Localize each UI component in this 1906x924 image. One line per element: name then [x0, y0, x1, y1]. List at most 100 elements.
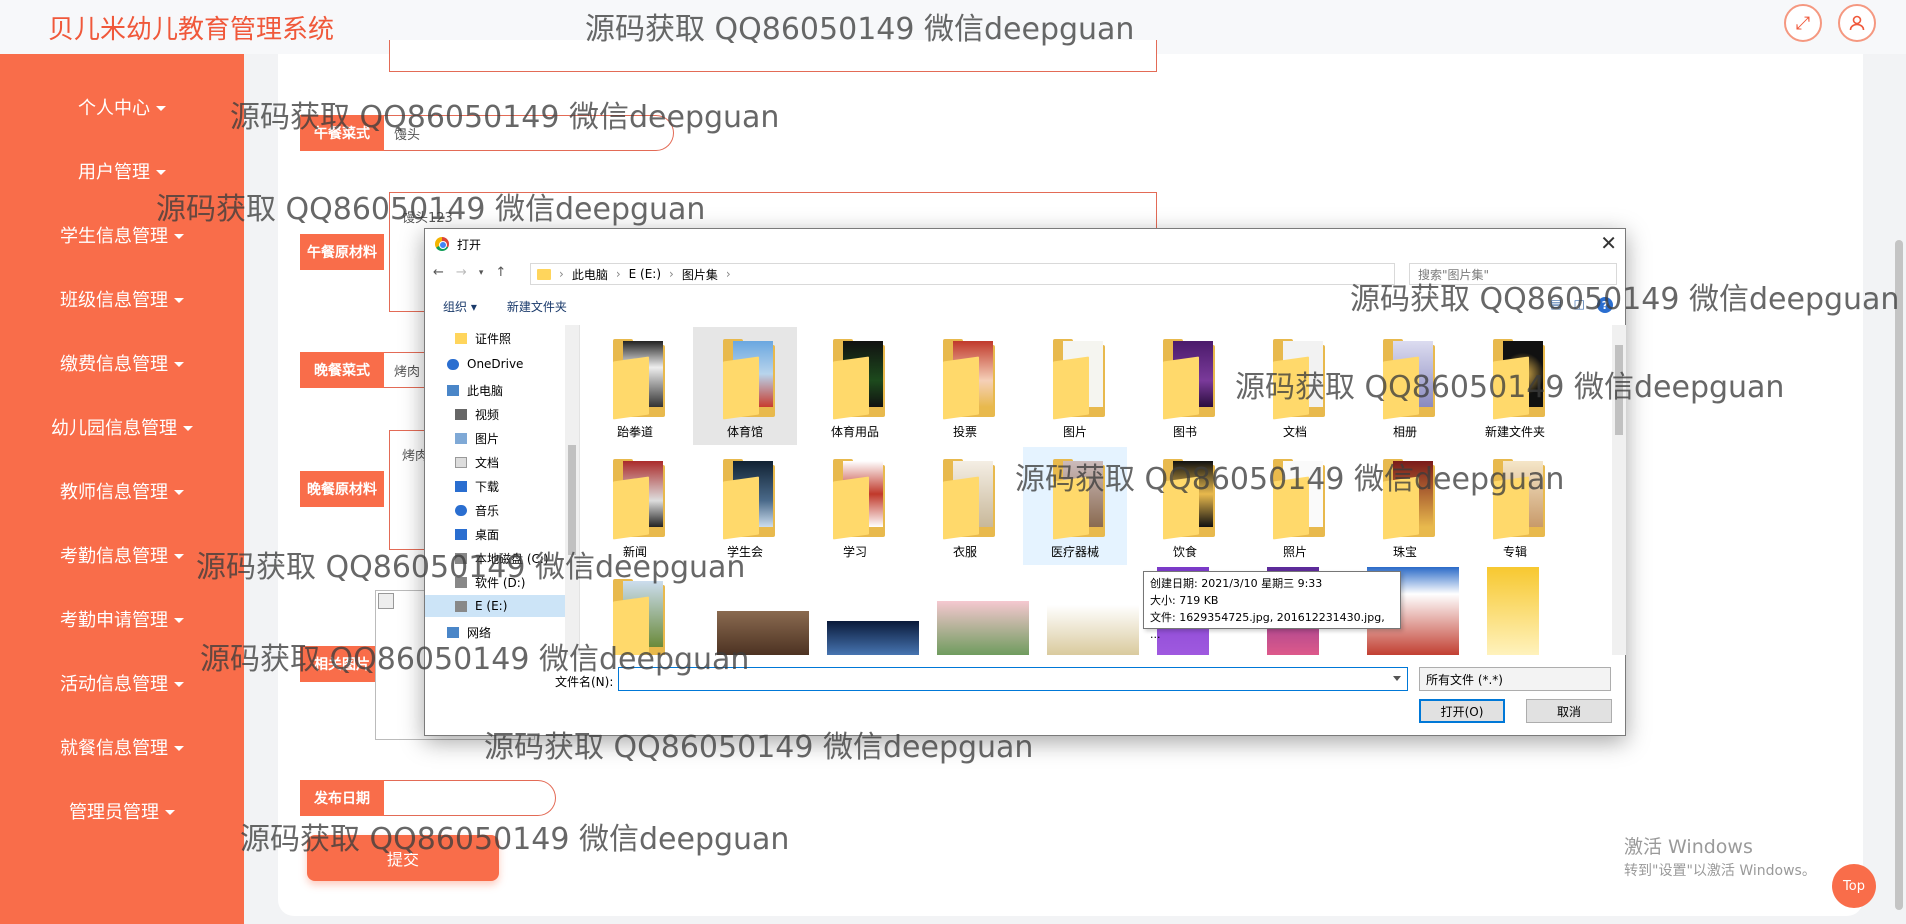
chevron-down-icon[interactable]	[1393, 676, 1401, 681]
folder-item[interactable]: 图片	[1023, 327, 1127, 445]
preview-pane-icon[interactable]: ◫	[1574, 297, 1585, 311]
nav-item-desktop[interactable]: 桌面	[455, 523, 499, 545]
date-input[interactable]	[384, 780, 556, 816]
scrollbar-thumb[interactable]	[1615, 345, 1623, 435]
breadcrumb-item[interactable]: 此电脑	[572, 266, 608, 283]
folder-item[interactable]: 饮食	[1133, 447, 1237, 565]
back-to-top-button[interactable]: Top	[1832, 864, 1876, 908]
nav-item-downloads[interactable]: 下载	[455, 475, 499, 497]
nav-item-network[interactable]: 网络	[447, 621, 491, 643]
page-scrollbar[interactable]	[1895, 240, 1903, 910]
sidebar-item-student-info[interactable]: 学生信息管理	[0, 215, 244, 255]
folder-item[interactable]: 体育用品	[803, 327, 907, 445]
date-label: 发布日期	[300, 780, 384, 816]
folder-label: 投票	[952, 425, 977, 439]
nav-item-onedrive[interactable]: OneDrive	[447, 353, 523, 375]
nav-item-pictures[interactable]: 图片	[455, 427, 499, 449]
nav-item-this-pc[interactable]: 此电脑	[447, 379, 503, 401]
lunch-menu-input[interactable]: 馒头	[384, 115, 674, 151]
nav-item-documents[interactable]: 文档	[455, 451, 499, 473]
previous-textarea[interactable]	[389, 40, 1157, 72]
folder-item[interactable]: 学生会	[693, 447, 797, 565]
breadcrumb-item[interactable]: 图片集	[682, 266, 718, 283]
files-scrollbar[interactable]	[1612, 325, 1626, 655]
user-icon[interactable]	[1838, 4, 1876, 42]
chrome-icon	[435, 237, 449, 251]
folder-item[interactable]: 衣服	[913, 447, 1017, 565]
dialog-titlebar[interactable]: 打开 ✕	[425, 229, 1625, 259]
cancel-button[interactable]: 取消	[1526, 699, 1612, 723]
sidebar-item-teacher-info[interactable]: 教师信息管理	[0, 471, 244, 511]
fullscreen-icon[interactable]: ⤢	[1784, 4, 1822, 42]
folder-label: 图片	[1062, 425, 1087, 439]
folder-item[interactable]: 医疗器械	[1023, 447, 1127, 565]
folder-item[interactable]: 珠宝	[1353, 447, 1457, 565]
scrollbar-thumb[interactable]	[568, 445, 576, 555]
view-mode-icon[interactable]: ▤	[1550, 297, 1561, 311]
submit-button[interactable]: 提交	[307, 835, 499, 881]
address-bar[interactable]: › 此电脑 › E (E:) › 图片集 ›	[530, 263, 1395, 285]
folder-item[interactable]: 跆拳道	[583, 327, 687, 445]
sidebar-item-attendance-request[interactable]: 考勤申请管理	[0, 599, 244, 639]
sidebar-item-dining-info[interactable]: 就餐信息管理	[0, 727, 244, 767]
image-thumbnail[interactable]	[937, 601, 1029, 655]
filetype-value: 所有文件 (*.*)	[1426, 672, 1503, 687]
folder-item[interactable]: 投票	[913, 327, 1017, 445]
chevron-down-icon	[156, 169, 166, 175]
image-thumbnail[interactable]	[1487, 567, 1539, 655]
filetype-select[interactable]: 所有文件 (*.*)	[1419, 667, 1611, 691]
folder-item[interactable]: 专辑	[1463, 447, 1567, 565]
sidebar-item-label: 缴费信息管理	[60, 354, 168, 375]
navigation-scrollbar[interactable]	[565, 325, 579, 655]
search-input[interactable]: 搜索"图片集"	[1409, 263, 1617, 285]
folder-label: 学生会	[726, 545, 763, 559]
folder-label: 相册	[1392, 425, 1417, 439]
folder-item[interactable]: 新闻	[583, 447, 687, 565]
folder-item[interactable]: 相册	[1353, 327, 1457, 445]
image-thumbnail[interactable]	[827, 621, 919, 655]
image-thumbnail[interactable]	[717, 611, 809, 655]
video-icon	[455, 408, 467, 420]
nav-item-music[interactable]: 音乐	[455, 499, 499, 521]
up-arrow-icon[interactable]: ↑	[495, 265, 506, 280]
nav-item-drive-c[interactable]: 本地磁盘 (C:)	[455, 547, 549, 569]
sidebar-item-personal-center[interactable]: 个人中心	[0, 87, 244, 127]
sidebar-item-label: 考勤信息管理	[60, 546, 168, 567]
folder-item[interactable]: 照片	[1243, 447, 1347, 565]
help-icon[interactable]: ?	[1597, 297, 1613, 313]
folder-item[interactable]: 体育馆	[693, 327, 797, 445]
breadcrumb-item[interactable]: E (E:)	[629, 267, 661, 281]
folder-item[interactable]: 学习	[803, 447, 907, 565]
folder-label: 文档	[1282, 425, 1307, 439]
filename-input[interactable]	[618, 667, 1408, 691]
nav-item-drive-d[interactable]: 软件 (D:)	[455, 571, 525, 593]
sidebar-item-activity-info[interactable]: 活动信息管理	[0, 663, 244, 703]
folder-item[interactable]: 新建文件夹	[1463, 327, 1567, 445]
sidebar-item-kindergarten-info[interactable]: 幼儿园信息管理	[0, 407, 244, 447]
forward-arrow-icon[interactable]: →	[456, 265, 467, 280]
recent-dropdown-icon[interactable]: ▾	[479, 268, 484, 280]
sidebar-item-admin-management[interactable]: 管理员管理	[0, 791, 244, 831]
new-folder-button[interactable]: 新建文件夹	[507, 298, 567, 315]
organize-menu[interactable]: 组织 ▾	[443, 298, 477, 315]
image-thumbnail[interactable]	[1047, 605, 1139, 655]
chevron-down-icon	[156, 105, 166, 111]
folder-icon	[613, 337, 667, 420]
sidebar-item-class-info[interactable]: 班级信息管理	[0, 279, 244, 319]
file-open-dialog: 打开 ✕ ← → ▾ ↑ › 此电脑 › E (E:) › 图片集 › 搜索"图…	[424, 228, 1626, 736]
back-arrow-icon[interactable]: ←	[433, 265, 444, 280]
open-button[interactable]: 打开(O)	[1419, 699, 1505, 723]
nav-item-id-photo[interactable]: 证件照	[455, 327, 511, 349]
folder-item[interactable]: 图书	[1133, 327, 1237, 445]
nav-item-videos[interactable]: 视频	[455, 403, 499, 425]
nav-item-label: 本地磁盘 (C:)	[475, 551, 549, 566]
folder-label: 学习	[842, 545, 867, 559]
sidebar-item-payment-info[interactable]: 缴费信息管理	[0, 343, 244, 383]
sidebar-item-user-management[interactable]: 用户管理	[0, 151, 244, 191]
chevron-down-icon	[174, 745, 184, 751]
folder-item[interactable]: 文档	[1243, 327, 1347, 445]
folder-item[interactable]	[583, 567, 687, 655]
close-icon[interactable]: ✕	[1600, 231, 1617, 255]
nav-item-drive-e[interactable]: E (E:)	[425, 595, 565, 617]
sidebar-item-attendance-info[interactable]: 考勤信息管理	[0, 535, 244, 575]
